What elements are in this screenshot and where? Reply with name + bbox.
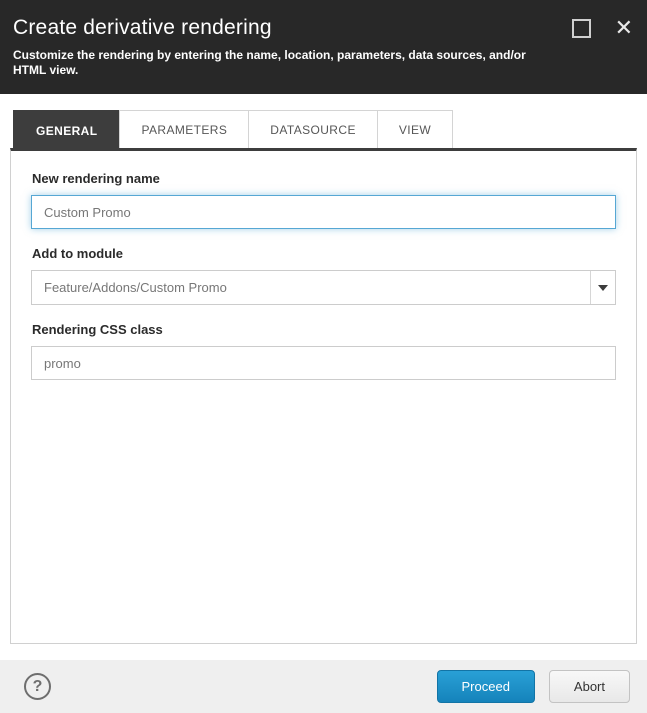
- add-to-module-selected-value: Feature/Addons/Custom Promo: [32, 271, 590, 304]
- header-icons: ✕: [572, 17, 633, 39]
- dropdown-arrow-zone[interactable]: [590, 271, 615, 304]
- proceed-button[interactable]: Proceed: [437, 670, 535, 703]
- new-rendering-name-label: New rendering name: [32, 171, 616, 186]
- tab-view[interactable]: VIEW: [377, 110, 453, 148]
- new-rendering-name-input[interactable]: [31, 195, 616, 229]
- tab-content-panel: New rendering name Add to module Feature…: [10, 148, 637, 644]
- rendering-css-class-label: Rendering CSS class: [32, 322, 616, 337]
- abort-button[interactable]: Abort: [549, 670, 630, 703]
- maximize-icon[interactable]: [572, 19, 591, 38]
- tab-general[interactable]: GENERAL: [13, 110, 120, 151]
- close-icon[interactable]: ✕: [615, 17, 633, 39]
- help-icon[interactable]: ?: [24, 673, 51, 700]
- add-to-module-select[interactable]: Feature/Addons/Custom Promo: [31, 270, 616, 305]
- dialog-header: Create derivative rendering Customize th…: [0, 0, 647, 94]
- tab-parameters[interactable]: PARAMETERS: [119, 110, 249, 148]
- dialog-footer: ? Proceed Abort: [0, 660, 647, 713]
- chevron-down-icon: [598, 285, 608, 291]
- dialog-title: Create derivative rendering: [13, 15, 587, 41]
- tab-datasource[interactable]: DATASOURCE: [248, 110, 378, 148]
- add-to-module-label: Add to module: [32, 246, 616, 261]
- dialog-subtitle: Customize the rendering by entering the …: [13, 48, 561, 78]
- rendering-css-class-input[interactable]: [31, 346, 616, 380]
- tab-bar: GENERAL PARAMETERS DATASOURCE VIEW: [10, 110, 637, 148]
